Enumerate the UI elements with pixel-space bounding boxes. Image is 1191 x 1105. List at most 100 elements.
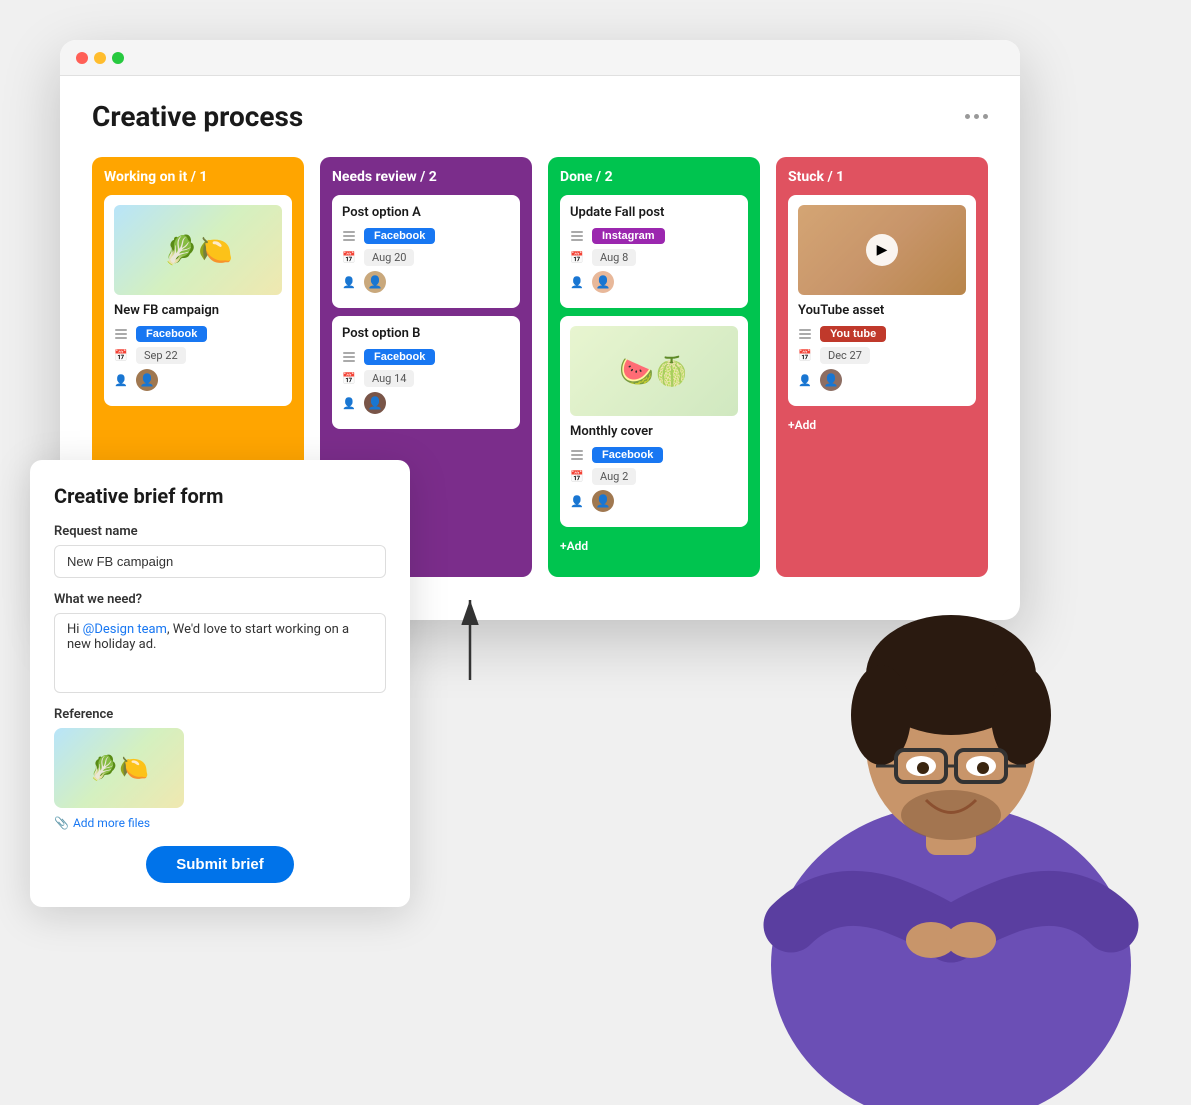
close-button[interactable] (76, 52, 88, 64)
card-title-fall: Update Fall post (570, 205, 738, 220)
card-row-avatar-b: 👤 👤 (342, 392, 510, 414)
card-row-avatar-fall: 👤 👤 (570, 271, 738, 293)
card-post-option-a[interactable]: Post option A Facebook 📅 Aug 20 👤 👤 (332, 195, 520, 308)
what-label: What we need? (54, 592, 386, 607)
lines-icon-b (342, 350, 356, 364)
card-row-tag-monthly: Facebook (570, 447, 738, 463)
card-title-new-fb: New FB campaign (114, 303, 282, 318)
form-title: Creative brief form (54, 484, 386, 508)
request-name-input[interactable] (54, 545, 386, 578)
calendar-icon-fall: 📅 (570, 251, 584, 265)
card-title-monthly: Monthly cover (570, 424, 738, 439)
card-post-option-b[interactable]: Post option B Facebook 📅 Aug 14 👤 👤 (332, 316, 520, 429)
card-image-watermelon: 🍉🍈 (570, 326, 738, 416)
card-youtube-asset[interactable]: ▶ YouTube asset You tube 📅 Dec 27 (788, 195, 976, 406)
column-done: Done / 2 Update Fall post Instagram 📅 Au… (548, 157, 760, 577)
avatar-fall: 👤 (592, 271, 614, 293)
person-figure (731, 505, 1171, 1105)
avatar-youtube: 👤 (820, 369, 842, 391)
card-title-youtube: YouTube asset (798, 303, 966, 318)
card-date: Sep 22 (136, 347, 186, 364)
maximize-button[interactable] (112, 52, 124, 64)
add-files-text: Add more files (73, 816, 150, 830)
more-options-button[interactable] (965, 114, 988, 119)
add-files-link[interactable]: 📎 Add more files (54, 816, 386, 830)
card-row-tag-b: Facebook (342, 349, 510, 365)
reference-label: Reference (54, 707, 386, 722)
lines-icon (114, 327, 128, 341)
what-textarea[interactable]: Hi @Design team, We'd love to start work… (54, 613, 386, 693)
traffic-lights (76, 52, 124, 64)
card-image-youtube: ▶ (798, 205, 966, 295)
card-row-tag-a: Facebook (342, 228, 510, 244)
creative-brief-form: Creative brief form Request name documen… (30, 460, 410, 907)
submit-brief-button[interactable]: Submit brief (146, 846, 294, 883)
calendar-icon: 📅 (114, 349, 128, 363)
col-header-needs: Needs review / 2 (332, 169, 520, 185)
avatar-b: 👤 (364, 392, 386, 414)
card-new-fb[interactable]: New FB campaign Facebook 📅 Sep 22 👤 👤 (104, 195, 292, 406)
person-icon-a: 👤 (342, 275, 356, 289)
card-row-date-fall: 📅 Aug 8 (570, 249, 738, 266)
tag-facebook-b[interactable]: Facebook (364, 349, 435, 365)
avatar-a: 👤 (364, 271, 386, 293)
card-date-monthly: Aug 2 (592, 468, 636, 485)
request-name-label: Request name (54, 524, 386, 539)
person-icon-b: 👤 (342, 396, 356, 410)
paperclip-icon: 📎 (54, 816, 69, 830)
card-row-date-youtube: 📅 Dec 27 (798, 347, 966, 364)
minimize-button[interactable] (94, 52, 106, 64)
col-header-done: Done / 2 (560, 169, 748, 185)
card-date-fall: Aug 8 (592, 249, 636, 266)
card-row-date-a: 📅 Aug 20 (342, 249, 510, 266)
card-row-date-b: 📅 Aug 14 (342, 370, 510, 387)
tag-facebook[interactable]: Facebook (136, 326, 207, 342)
add-stuck-button[interactable]: +Add (788, 414, 976, 436)
lines-icon-a (342, 229, 356, 243)
card-date-youtube: Dec 27 (820, 347, 870, 364)
tag-facebook-a[interactable]: Facebook (364, 228, 435, 244)
calendar-icon-youtube: 📅 (798, 349, 812, 363)
card-row-tag-youtube: You tube (798, 326, 966, 342)
arrow-connector (430, 590, 510, 690)
lines-icon-fall (570, 229, 584, 243)
add-done-button[interactable]: +Add (560, 535, 748, 557)
tag-instagram[interactable]: Instagram (592, 228, 665, 244)
card-date-a: Aug 20 (364, 249, 414, 266)
tag-facebook-monthly[interactable]: Facebook (592, 447, 663, 463)
page-title: Creative process (92, 100, 303, 133)
card-row-tag: Facebook (114, 326, 282, 342)
card-row-avatar-monthly: 👤 👤 (570, 490, 738, 512)
col-header-working: Working on it / 1 (104, 169, 292, 185)
card-row-date: 📅 Sep 22 (114, 347, 282, 364)
reference-image: 🥬🍋 (54, 728, 184, 808)
col-header-stuck: Stuck / 1 (788, 169, 976, 185)
card-image-food (114, 205, 282, 295)
calendar-icon-a: 📅 (342, 251, 356, 265)
tag-youtube[interactable]: You tube (820, 326, 886, 342)
card-monthly-cover[interactable]: 🍉🍈 Monthly cover Facebook 📅 Aug 2 (560, 316, 748, 527)
card-row-avatar-youtube: 👤 👤 (798, 369, 966, 391)
lines-icon-youtube (798, 327, 812, 341)
card-date-b: Aug 14 (364, 370, 414, 387)
card-row-tag-fall: Instagram (570, 228, 738, 244)
card-row-avatar-a: 👤 👤 (342, 271, 510, 293)
play-icon: ▶ (866, 234, 898, 266)
lines-icon-monthly (570, 448, 584, 462)
person-icon-youtube: 👤 (798, 373, 812, 387)
card-row-date-monthly: 📅 Aug 2 (570, 468, 738, 485)
avatar: 👤 (136, 369, 158, 391)
card-title-post-b: Post option B (342, 326, 510, 341)
calendar-icon-b: 📅 (342, 372, 356, 386)
page-header: Creative process (92, 100, 988, 133)
person-icon-fall: 👤 (570, 275, 584, 289)
mention-design-team: @Design team (83, 622, 167, 637)
card-update-fall[interactable]: Update Fall post Instagram 📅 Aug 8 👤 👤 (560, 195, 748, 308)
person-icon: 👤 (114, 373, 128, 387)
card-title-post-a: Post option A (342, 205, 510, 220)
person-icon-monthly: 👤 (570, 494, 584, 508)
browser-titlebar (60, 40, 1020, 76)
card-row-avatar: 👤 👤 (114, 369, 282, 391)
avatar-monthly: 👤 (592, 490, 614, 512)
calendar-icon-monthly: 📅 (570, 470, 584, 484)
